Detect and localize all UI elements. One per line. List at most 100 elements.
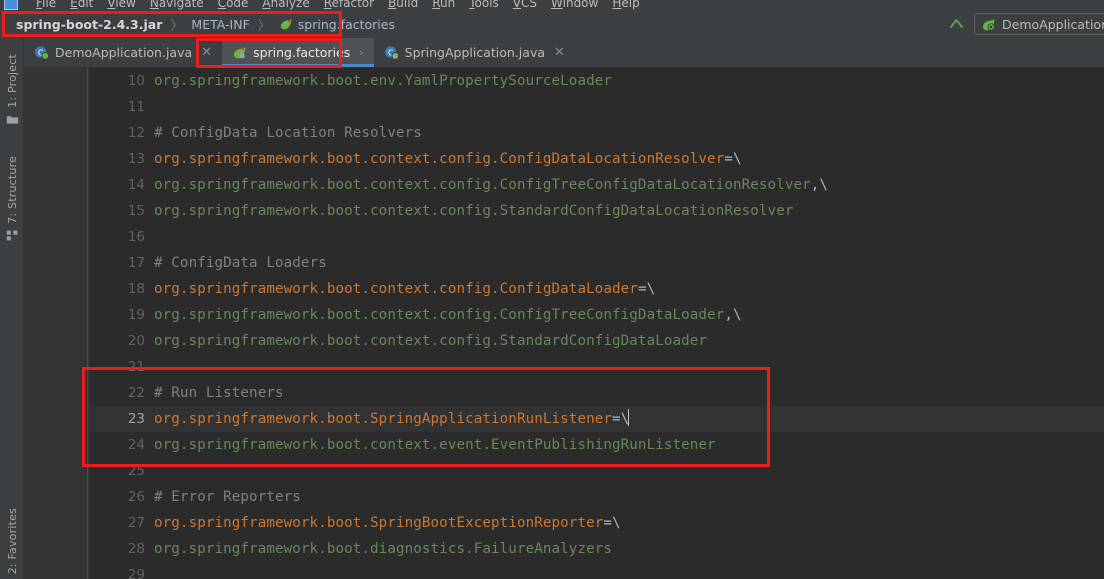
- code-line[interactable]: 13 org.springframework.boot.context.confi…: [89, 146, 1104, 172]
- structure-icon: [6, 229, 19, 242]
- menu-item-analyze[interactable]: Analyze: [262, 0, 309, 10]
- line-number: 16: [127, 229, 145, 245]
- code-line[interactable]: 18 org.springframework.boot.context.confi…: [89, 276, 1104, 302]
- token-punct: =\: [612, 411, 630, 427]
- code-editor[interactable]: 10 org.springframework.boot.env.YamlPrope…: [24, 68, 1104, 579]
- code-line[interactable]: 15 org.springframework.boot.context.confi…: [89, 198, 1104, 224]
- menu-item-view[interactable]: View: [107, 0, 135, 10]
- token-value: org.springframework.boot.context.config.…: [154, 177, 811, 193]
- menu-item-edit[interactable]: Edit: [70, 0, 93, 10]
- chevron-right-icon[interactable]: ›: [359, 46, 363, 59]
- menu-item-refactor[interactable]: Refactor: [324, 0, 374, 10]
- code-line[interactable]: 10 org.springframework.boot.env.YamlPrope…: [89, 68, 1104, 94]
- token-comment: # ConfigData Loaders: [154, 255, 327, 271]
- token-comment: # ConfigData Location Resolvers: [154, 125, 422, 141]
- spring-boot-run-icon: [981, 17, 996, 32]
- token-key: org.springframework.boot.SpringApplicati…: [154, 411, 613, 427]
- menu-item-navigate[interactable]: Navigate: [150, 0, 204, 10]
- line-number: 27: [127, 515, 145, 531]
- close-icon[interactable]: ✕: [201, 45, 212, 60]
- sidebar-item-favorites[interactable]: 2: Favorites: [0, 508, 24, 574]
- line-number: 18: [127, 281, 145, 297]
- breadcrumb: spring-boot-2.4.3.jar 〉 META-INF 〉 sprin…: [6, 12, 405, 36]
- token-key: org.springframework.boot.context.config.…: [154, 281, 638, 297]
- token-punct: =\: [603, 515, 621, 531]
- java-class-icon: C: [34, 45, 49, 60]
- code-line[interactable]: 25: [89, 458, 1104, 484]
- token-comment: # Run Listeners: [154, 385, 284, 401]
- menu-item-run[interactable]: Run: [432, 0, 455, 10]
- close-icon[interactable]: ✕: [554, 45, 565, 60]
- token-punct: ,\: [724, 307, 742, 323]
- code-line-text: org.springframework.boot.context.config.…: [154, 172, 828, 198]
- tab-springapplication-java[interactable]: C SpringApplication.java ✕: [374, 38, 575, 67]
- back-arrow-icon[interactable]: [946, 14, 966, 34]
- code-line[interactable]: 28 org.springframework.boot.diagnostics.F…: [89, 536, 1104, 562]
- menu-item-vcs[interactable]: VCS: [513, 0, 537, 10]
- menu-bar: File Edit View Navigate Code Analyze Refactor B…: [0, 0, 1104, 10]
- breadcrumb-item-file-label: spring.factories: [297, 16, 395, 32]
- menu-item-help[interactable]: Help: [612, 0, 639, 10]
- code-line-text: org.springframework.boot.env.YamlPropert…: [154, 68, 612, 94]
- breadcrumb-item-metainf[interactable]: META-INF: [187, 15, 253, 34]
- code-line[interactable]: 19 org.springframework.boot.context.confi…: [89, 302, 1104, 328]
- line-number: 20: [127, 333, 145, 349]
- token-punct: =\: [724, 151, 742, 167]
- menu-item-tools[interactable]: Tools: [469, 0, 499, 10]
- code-line[interactable]: 17 # ConfigData Loaders: [89, 250, 1104, 276]
- menu-item-file[interactable]: File: [36, 0, 56, 10]
- menu-item-window[interactable]: Window: [551, 0, 598, 10]
- editor-gutter[interactable]: [24, 68, 88, 579]
- token-value: org.springframework.boot.context.config.…: [154, 307, 725, 323]
- code-line-text: org.springframework.boot.SpringBootExcep…: [154, 510, 621, 536]
- line-number: 19: [127, 307, 145, 323]
- tab-demoapplication-java[interactable]: C DemoApplication.java ✕: [24, 38, 222, 67]
- code-line[interactable]: 26 # Error Reporters: [89, 484, 1104, 510]
- code-line-text: # ConfigData Loaders: [154, 250, 327, 276]
- code-line-text: org.springframework.boot.context.config.…: [154, 276, 655, 302]
- token-value: org.springframework.boot.diagnostics.Fai…: [154, 541, 613, 557]
- tab-demoapplication-java-label: DemoApplication.java: [55, 45, 193, 60]
- sidebar-item-favorites-label: 2: Favorites: [5, 508, 19, 575]
- code-line[interactable]: 14 org.springframework.boot.context.confi…: [89, 172, 1104, 198]
- text-caret: [628, 409, 630, 426]
- java-class-icon: C: [384, 45, 399, 60]
- token-key: org.springframework.boot.context.config.…: [154, 151, 725, 167]
- tab-spring-factories-label: spring.factories: [253, 45, 351, 60]
- navbar-right-controls: DemoApplication: [946, 13, 1104, 35]
- code-line[interactable]: 21: [89, 354, 1104, 380]
- spring-leaf-icon: [232, 45, 247, 60]
- editor-text-area[interactable]: 10 org.springframework.boot.env.YamlPrope…: [89, 68, 1104, 579]
- code-line[interactable]: 29: [89, 562, 1104, 579]
- token-value: org.springframework.boot.context.config.…: [154, 203, 794, 219]
- token-comment: # Error Reporters: [154, 489, 301, 505]
- code-line-text: org.springframework.boot.context.config.…: [154, 146, 742, 172]
- code-line[interactable]: 16: [89, 224, 1104, 250]
- code-line[interactable]: 27 org.springframework.boot.SpringBootExc…: [89, 510, 1104, 536]
- line-number: 26: [127, 489, 145, 505]
- menu-item-build[interactable]: Build: [388, 0, 418, 10]
- code-line-text: # ConfigData Location Resolvers: [154, 120, 422, 146]
- menu-item-code[interactable]: Code: [218, 0, 249, 10]
- code-line[interactable]: 20 org.springframework.boot.context.confi…: [89, 328, 1104, 354]
- line-number: 21: [127, 359, 145, 375]
- code-line[interactable]: 22 # Run Listeners: [89, 380, 1104, 406]
- left-tool-window-stripe: 1: Project 7: Structure 2: Favorites: [0, 38, 24, 579]
- code-line[interactable]: 24 org.springframework.boot.context.event…: [89, 432, 1104, 458]
- tab-spring-factories[interactable]: spring.factories ›: [222, 38, 374, 67]
- sidebar-item-structure[interactable]: 7: Structure: [0, 156, 24, 242]
- code-line[interactable]: 12 # ConfigData Location Resolvers: [89, 120, 1104, 146]
- sidebar-item-structure-label: 7: Structure: [5, 156, 19, 224]
- code-line[interactable]: 11: [89, 94, 1104, 120]
- navigation-bar: spring-boot-2.4.3.jar 〉 META-INF 〉 sprin…: [0, 10, 1104, 38]
- token-value: org.springframework.boot.context.config.…: [154, 333, 708, 349]
- breadcrumb-separator: 〉: [257, 18, 271, 34]
- run-configuration-selector[interactable]: DemoApplication: [974, 13, 1104, 35]
- sidebar-item-project-label: 1: Project: [5, 54, 19, 108]
- line-number: 13: [127, 151, 145, 167]
- breadcrumb-item-jar[interactable]: spring-boot-2.4.3.jar: [12, 15, 166, 34]
- breadcrumb-item-file[interactable]: spring.factories: [275, 15, 399, 34]
- line-number: 29: [127, 567, 145, 579]
- sidebar-item-project[interactable]: 1: Project: [0, 54, 24, 126]
- code-line[interactable]: 23 org.springframework.boot.SpringApplica…: [89, 406, 1104, 432]
